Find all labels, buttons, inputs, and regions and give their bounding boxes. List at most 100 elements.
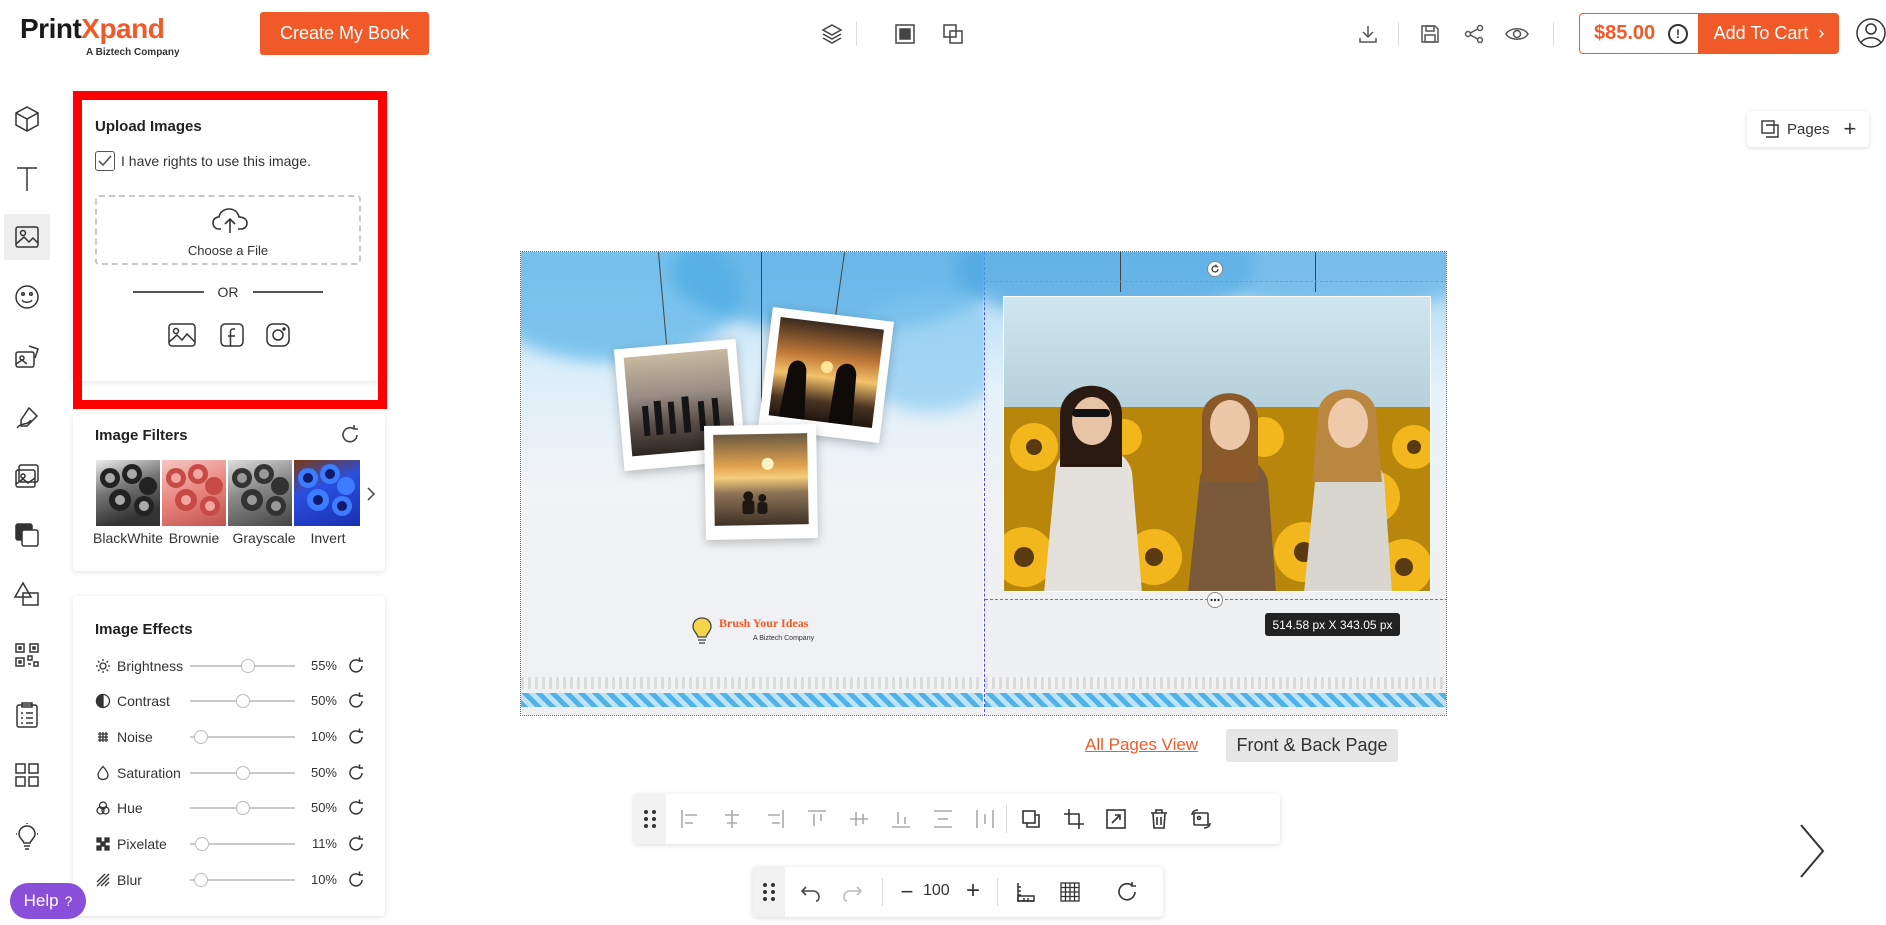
draw-icon[interactable]	[4, 395, 50, 441]
refresh-icon[interactable]	[1113, 878, 1141, 906]
slider-thumb[interactable]	[236, 694, 250, 708]
3d-box-icon[interactable]	[4, 95, 50, 141]
align-middle-v-icon[interactable]	[845, 805, 873, 833]
filter-label: BlackWhite	[93, 530, 164, 546]
filters-scroll-right-icon[interactable]	[366, 486, 376, 502]
image-effects-title: Image Effects	[95, 621, 193, 638]
add-page-icon[interactable]: +	[1844, 116, 1857, 142]
share-icon[interactable]	[1460, 20, 1488, 48]
pixelate-slider[interactable]	[190, 837, 295, 851]
align-left-icon[interactable]	[676, 805, 704, 833]
slider-thumb[interactable]	[194, 730, 208, 744]
hue-slider[interactable]	[190, 801, 295, 815]
reset-filters-icon[interactable]	[339, 424, 361, 446]
trash-icon[interactable]	[1145, 805, 1173, 833]
book-page-front[interactable]	[955, 252, 1446, 715]
qr-code-icon[interactable]	[4, 632, 50, 678]
resize-icon[interactable]	[1102, 805, 1130, 833]
pages-button[interactable]: Pages +	[1747, 111, 1869, 147]
logo[interactable]: PrintXpand	[20, 13, 165, 45]
choose-file-dropzone[interactable]: Choose a File	[95, 195, 361, 265]
saturation-slider[interactable]	[190, 766, 295, 780]
reset-saturation-icon[interactable]	[346, 763, 366, 783]
blur-slider[interactable]	[190, 873, 295, 887]
preview-eye-icon[interactable]	[1503, 20, 1531, 48]
distribute-v-icon[interactable]	[929, 805, 957, 833]
reset-pixelate-icon[interactable]	[346, 834, 366, 854]
layers-icon[interactable]	[818, 20, 846, 48]
image-icon[interactable]	[4, 214, 50, 260]
effect-name: Saturation	[117, 765, 181, 781]
align-bottom-icon[interactable]	[887, 805, 915, 833]
reset-noise-icon[interactable]	[346, 727, 366, 747]
facebook-icon[interactable]	[217, 320, 247, 350]
bring-forward-icon[interactable]	[891, 20, 919, 48]
crop-icon[interactable]	[1060, 805, 1088, 833]
zoom-in-button[interactable]: +	[959, 877, 987, 905]
replace-image-icon[interactable]	[1187, 805, 1215, 833]
checklist-icon[interactable]	[4, 692, 50, 738]
next-page-arrow-icon[interactable]	[1797, 821, 1827, 881]
slider-thumb[interactable]	[194, 873, 208, 887]
emoji-icon[interactable]	[4, 274, 50, 320]
rights-checkbox[interactable]	[95, 151, 115, 171]
reset-blur-icon[interactable]	[346, 870, 366, 890]
front-back-page-button[interactable]: Front & Back Page	[1226, 729, 1398, 762]
filter-grayscale-thumb[interactable]	[228, 460, 292, 526]
align-center-h-icon[interactable]	[718, 805, 746, 833]
rotate-handle-icon[interactable]	[1207, 261, 1223, 277]
duplicate-icon[interactable]	[1017, 805, 1045, 833]
layouts-icon[interactable]	[4, 752, 50, 798]
align-top-icon[interactable]	[803, 805, 831, 833]
send-backward-icon[interactable]	[939, 20, 967, 48]
toolbar-drag-handle[interactable]	[634, 794, 666, 844]
photos-icon[interactable]	[4, 453, 50, 499]
background-icon[interactable]	[4, 512, 50, 558]
book-page-back[interactable]: Brush Your Ideas A Biztech Company	[521, 252, 1011, 715]
photo-library-icon[interactable]	[167, 320, 197, 350]
bulb-icon[interactable]	[4, 813, 50, 859]
save-icon[interactable]	[1416, 20, 1444, 48]
slider-thumb[interactable]	[241, 659, 255, 673]
reset-hue-icon[interactable]	[346, 798, 366, 818]
filter-blackwhite-thumb[interactable]	[96, 460, 160, 526]
user-account-icon[interactable]	[1855, 17, 1886, 49]
selected-photo-sunflower-friends[interactable]	[1003, 296, 1431, 592]
clipart-icon[interactable]	[4, 334, 50, 380]
ruler-icon[interactable]	[1011, 878, 1039, 906]
grid-icon[interactable]	[1056, 878, 1084, 906]
slider-thumb[interactable]	[236, 766, 250, 780]
effect-name: Pixelate	[117, 836, 167, 852]
distribute-h-icon[interactable]	[971, 805, 999, 833]
filter-invert-thumb[interactable]	[294, 460, 360, 526]
instagram-icon[interactable]	[263, 320, 293, 350]
polaroid-photo-beach-sunset[interactable]	[704, 424, 818, 540]
add-to-cart-button[interactable]: Add To Cart ›	[1699, 13, 1839, 54]
effect-value: 10%	[310, 872, 337, 887]
resize-handle-icon[interactable]	[1207, 592, 1223, 608]
align-right-icon[interactable]	[761, 805, 789, 833]
download-icon[interactable]	[1354, 20, 1382, 48]
shapes-icon[interactable]	[4, 571, 50, 617]
noise-slider[interactable]	[190, 730, 295, 744]
all-pages-view-link[interactable]: All Pages View	[1085, 735, 1198, 755]
slider-thumb[interactable]	[236, 801, 250, 815]
book-canvas[interactable]: Brush Your Ideas A Biztech Company	[520, 251, 1447, 716]
price-display: $85.00 !	[1579, 13, 1699, 54]
zoom-out-button[interactable]: −	[893, 878, 921, 906]
or-divider: OR	[133, 282, 323, 302]
help-button[interactable]: Help?	[10, 883, 86, 919]
brightness-slider[interactable]	[190, 659, 295, 673]
create-my-book-button[interactable]: Create My Book	[260, 12, 429, 55]
slider-thumb[interactable]	[195, 837, 209, 851]
undo-icon[interactable]	[797, 878, 825, 906]
text-icon[interactable]	[4, 155, 50, 201]
contrast-slider[interactable]	[190, 694, 295, 708]
price-info-icon[interactable]: !	[1668, 24, 1688, 44]
polaroid-photo-couple-sunset[interactable]	[758, 307, 894, 443]
reset-brightness-icon[interactable]	[346, 656, 366, 676]
toolbar-drag-handle[interactable]	[753, 867, 785, 917]
redo-icon[interactable]	[838, 878, 866, 906]
reset-contrast-icon[interactable]	[346, 691, 366, 711]
filter-brownie-thumb[interactable]	[162, 460, 226, 526]
